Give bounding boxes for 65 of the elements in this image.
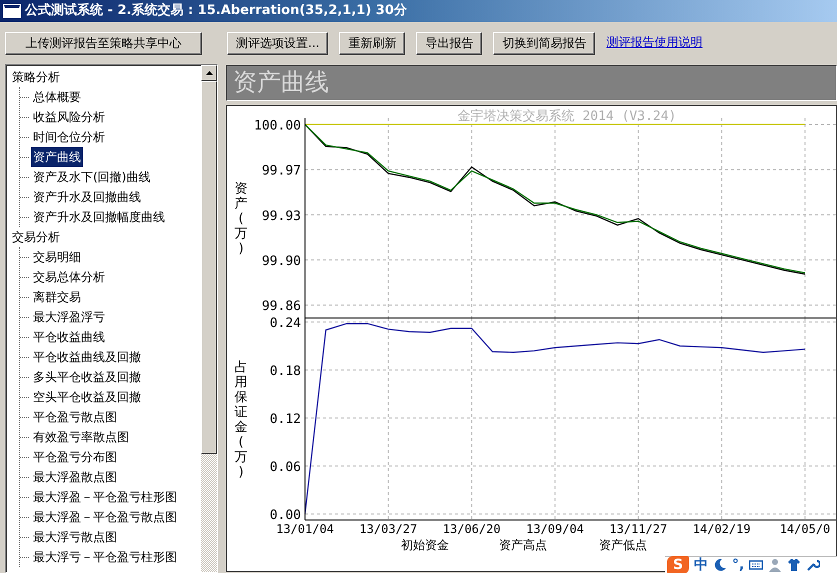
- y-tick-label: 0.06: [270, 460, 301, 475]
- y-tick-label: 99.90: [262, 254, 301, 269]
- y-tick-label: 0.18: [270, 364, 301, 379]
- tree-item[interactable]: 时间仓位分析: [31, 127, 107, 147]
- tree-item[interactable]: 最大浮盈浮亏: [31, 307, 107, 327]
- y-tick-label: 100.00: [254, 118, 301, 134]
- tree-item[interactable]: 资产及水下(回撤)曲线: [31, 167, 152, 187]
- x-tick-label: 13/06/20: [442, 522, 501, 536]
- tree-item[interactable]: 平仓收益曲线: [31, 327, 107, 347]
- tree-item[interactable]: 交易明细: [31, 247, 83, 267]
- tree-item[interactable]: 有效盈亏率散点图: [31, 427, 131, 447]
- legend-label: 资产低点: [599, 538, 647, 552]
- legend-label: 资产高点: [499, 538, 547, 552]
- wrench-icon[interactable]: [806, 558, 820, 572]
- y-tick-label: 99.97: [262, 164, 301, 179]
- tree-item[interactable]: 策略分析: [10, 67, 62, 87]
- tree-item[interactable]: 平仓盈亏散点图: [31, 407, 119, 427]
- panel-header: 资产曲线: [226, 65, 837, 101]
- keyboard-icon[interactable]: [749, 558, 764, 572]
- y-axis-label: 占用保证金(万): [234, 360, 248, 480]
- tree-item[interactable]: 最大浮盈散点图: [31, 467, 119, 487]
- tree-item[interactable]: 交易分析: [10, 227, 62, 247]
- y-tick-label: 0.24: [270, 316, 301, 331]
- window-icon: [4, 5, 20, 17]
- ime-punctuation[interactable]: °,: [732, 556, 744, 573]
- tree-item[interactable]: 总体概要: [31, 87, 83, 107]
- toolbar-button[interactable]: 重新刷新: [339, 32, 406, 55]
- tree-item[interactable]: 最大浮亏－平仓盈亏柱形图: [31, 547, 179, 567]
- shirt-icon[interactable]: [787, 558, 802, 572]
- tree-item[interactable]: 交易总体分析: [31, 267, 107, 287]
- legend-label: 初始资金: [401, 538, 449, 552]
- tree-item[interactable]: 最大浮亏散点图: [31, 527, 119, 547]
- tree-item[interactable]: 离群交易: [31, 287, 83, 307]
- x-tick-label: 13/09/04: [526, 522, 584, 536]
- x-tick-label: 13/03/27: [359, 522, 418, 536]
- y-tick-label: 0.00: [270, 508, 301, 523]
- y-axis-label: 资产(万): [234, 182, 248, 256]
- tree-item[interactable]: 资产升水及回撤曲线: [31, 187, 143, 207]
- scrollbar[interactable]: [201, 65, 217, 572]
- tree-item[interactable]: 平仓盈亏分布图: [31, 447, 119, 467]
- x-tick-label: 14/05/0: [780, 522, 830, 536]
- tree-item[interactable]: 资产升水及回撤幅度曲线: [31, 207, 167, 227]
- x-tick-label: 14/02/19: [692, 522, 751, 536]
- tree-item[interactable]: 平仓收益曲线及回撤: [31, 347, 143, 367]
- toolbar-button[interactable]: 上传测评报告至策略共享中心: [5, 32, 202, 55]
- tree-item[interactable]: 最大浮盈－平仓盈亏柱形图: [31, 487, 179, 507]
- scroll-up-icon[interactable]: [206, 71, 212, 75]
- tree-item[interactable]: 空头平仓收益及回撤: [31, 387, 143, 407]
- y-tick-label: 99.86: [262, 299, 301, 314]
- toolbar-button[interactable]: 测评选项设置...: [227, 32, 328, 55]
- chart-title: 金宇塔决策交易系统 2014 (V3.24): [458, 109, 676, 124]
- tree-item[interactable]: 多头平仓收益及回撤: [31, 367, 143, 387]
- toolbar-button[interactable]: 切换到简易报告: [493, 32, 596, 55]
- x-tick-label: 13/11/27: [609, 522, 668, 536]
- tree-item[interactable]: 收益风险分析: [31, 107, 107, 127]
- x-tick-label: 13/01/04: [276, 522, 334, 536]
- y-tick-label: 0.12: [270, 412, 301, 427]
- toolbar-button[interactable]: 导出报告: [416, 32, 482, 55]
- help-link[interactable]: 测评报告使用说明: [606, 33, 702, 51]
- ime-mode[interactable]: 中: [694, 556, 708, 573]
- tree-item[interactable]: 最大浮盈－平仓盈亏散点图: [31, 507, 179, 527]
- moon-icon[interactable]: [713, 558, 727, 572]
- tree-item[interactable]: 资产曲线: [31, 147, 83, 167]
- y-tick-label: 99.93: [262, 208, 301, 224]
- window-title: 公式测试系统 - 2.系统交易 : 15.Aberration(35,2,1,1) 30分: [25, 2, 407, 20]
